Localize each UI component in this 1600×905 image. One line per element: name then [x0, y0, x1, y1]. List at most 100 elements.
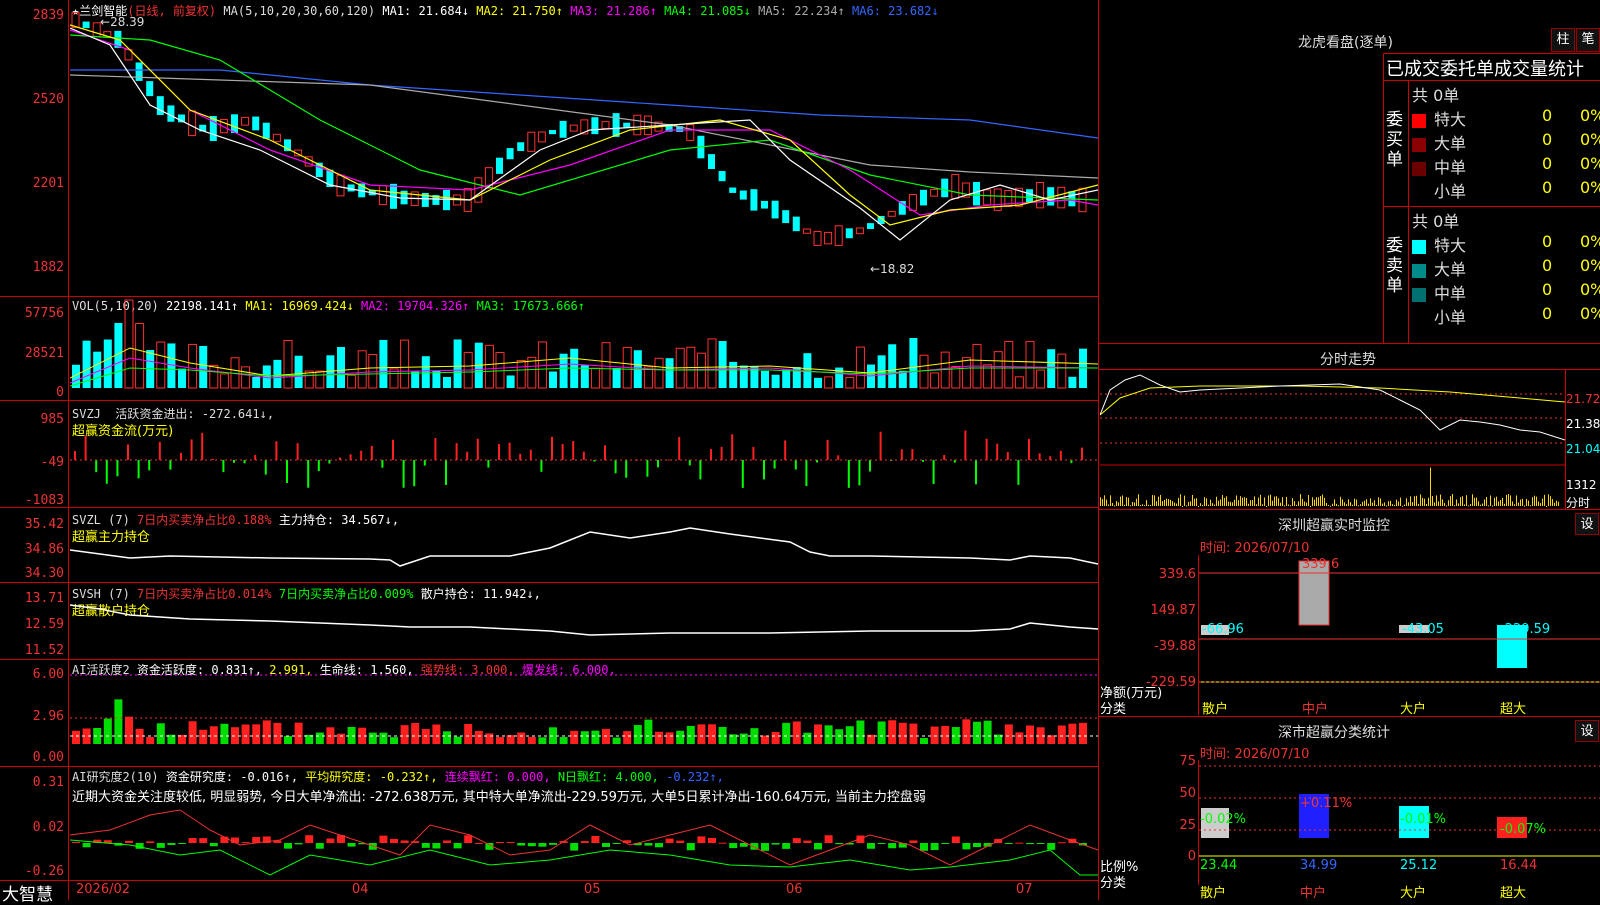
- svzl-axis-2: 34.86: [24, 542, 64, 557]
- candle: [983, 189, 992, 206]
- flow-bar: [763, 460, 765, 480]
- date-axis-2: 04: [352, 882, 369, 897]
- date-axis-5: 07: [1016, 882, 1033, 897]
- activity-bar: [379, 732, 388, 744]
- activity-bar: [294, 722, 303, 744]
- svzl-axis-3: 34.30: [24, 566, 64, 581]
- monitor-cat-4: 超大: [1500, 702, 1527, 717]
- intraday-vol-bar: [1488, 505, 1489, 507]
- intraday-vol-bar: [1144, 504, 1145, 506]
- intraday-vol-bar: [1542, 498, 1543, 506]
- volume-chart[interactable]: [70, 298, 1098, 400]
- candle: [708, 154, 715, 170]
- flow-bar: [127, 444, 129, 460]
- intraday-vol-bar: [1478, 501, 1479, 506]
- bar-mode-button[interactable]: 柱: [1551, 28, 1575, 52]
- volume-bar: [294, 355, 303, 388]
- intraday-vol-bar: [1366, 499, 1367, 506]
- intraday-vol-bar: [1468, 505, 1469, 507]
- sell-s-swatch: [1412, 311, 1426, 326]
- flow-bar: [158, 441, 161, 460]
- intraday-vol-bar: [1524, 505, 1525, 507]
- volume-bar: [601, 342, 611, 389]
- sell-m-swatch: [1412, 287, 1426, 302]
- ai2-chart[interactable]: [70, 805, 1098, 880]
- intraday-vol-bar: [1104, 495, 1105, 506]
- activity-bar: [718, 726, 727, 744]
- research-bar: [125, 840, 133, 843]
- svsh-chart[interactable]: [70, 583, 1098, 659]
- flow-bar: [900, 449, 903, 460]
- intraday-vol-bar: [1476, 497, 1477, 506]
- activity-bar: [930, 726, 939, 744]
- intraday-vol-bar: [1112, 502, 1113, 506]
- intraday-vol-bar: [1224, 497, 1225, 506]
- stat-settings-button[interactable]: 设: [1575, 720, 1599, 742]
- intraday-vol-bar: [1318, 497, 1319, 506]
- research-bar: [326, 838, 335, 843]
- research-bar: [644, 843, 653, 846]
- intraday-vol-bar: [1280, 502, 1281, 506]
- intraday-chart[interactable]: [1100, 370, 1565, 508]
- candle: [633, 114, 642, 136]
- tick-mode-button[interactable]: 笔: [1576, 28, 1600, 52]
- candle: [908, 194, 917, 211]
- flow-bar: [360, 450, 363, 460]
- intraday-vol-bar: [1124, 504, 1125, 506]
- flow-bar: [1049, 456, 1052, 460]
- research-bar: [718, 842, 727, 844]
- buy-order-label: 委买单: [1386, 110, 1403, 170]
- research-bar: [814, 843, 822, 850]
- intraday-vol-bar: [1204, 497, 1205, 506]
- stat-pct-3: -0.01%: [1400, 812, 1446, 827]
- activity-bar: [570, 730, 579, 744]
- intraday-vol-bar: [1404, 504, 1405, 506]
- candle: [537, 131, 546, 143]
- activity-bar: [220, 723, 229, 744]
- volume-bar: [707, 338, 717, 389]
- intraday-vol-bar: [1452, 494, 1453, 506]
- flow-bar: [328, 460, 331, 464]
- volume-bar: [537, 341, 547, 389]
- svzj-chart[interactable]: [70, 402, 1098, 506]
- intraday-vol-bar: [1154, 495, 1155, 506]
- order-stats-tabs[interactable]: 已成交委托单成交量统计: [1386, 55, 1600, 81]
- flow-bar: [413, 460, 416, 487]
- candle: [601, 121, 610, 129]
- volume-bar: [549, 371, 557, 388]
- volume-bar: [357, 350, 367, 389]
- activity-bar: [400, 725, 409, 744]
- research-bar: [284, 843, 292, 849]
- flow-bar: [773, 460, 776, 469]
- intraday-vol-bar: [1352, 504, 1353, 506]
- intraday-vol-bar: [1348, 499, 1349, 506]
- monitor-settings-button[interactable]: 设: [1575, 513, 1599, 535]
- intraday-vol-bar: [1492, 505, 1493, 507]
- candle: [272, 133, 281, 143]
- volume-bar: [188, 343, 198, 389]
- ai1-chart[interactable]: [70, 660, 1098, 766]
- activity-bar: [792, 721, 801, 744]
- stat-pct-2: +0.11%: [1300, 796, 1353, 811]
- research-bar: [347, 843, 356, 847]
- monitor-cat-1: 散户: [1202, 702, 1229, 717]
- research-bar: [379, 835, 388, 843]
- research-bar: [962, 843, 971, 850]
- flow-bar: [752, 446, 755, 460]
- candle: [591, 117, 599, 135]
- activity-bar: [390, 737, 398, 744]
- candle: [824, 231, 833, 245]
- activity-bar: [591, 730, 600, 744]
- intraday-vol-bar: [1522, 498, 1523, 506]
- flow-bar: [392, 439, 394, 460]
- activity-bar: [103, 718, 112, 744]
- flow-bar: [95, 460, 98, 473]
- svzl-chart[interactable]: [70, 508, 1098, 581]
- sell-row-s: 小单00%: [1412, 304, 1600, 328]
- intraday-vol-bar: [1296, 504, 1297, 506]
- price-chart[interactable]: [70, 0, 1098, 296]
- svsh-axis-2: 12.59: [24, 617, 64, 632]
- stat-axis-2: 50: [1179, 786, 1196, 801]
- volume-bar: [909, 338, 918, 388]
- activity-bar: [708, 724, 716, 744]
